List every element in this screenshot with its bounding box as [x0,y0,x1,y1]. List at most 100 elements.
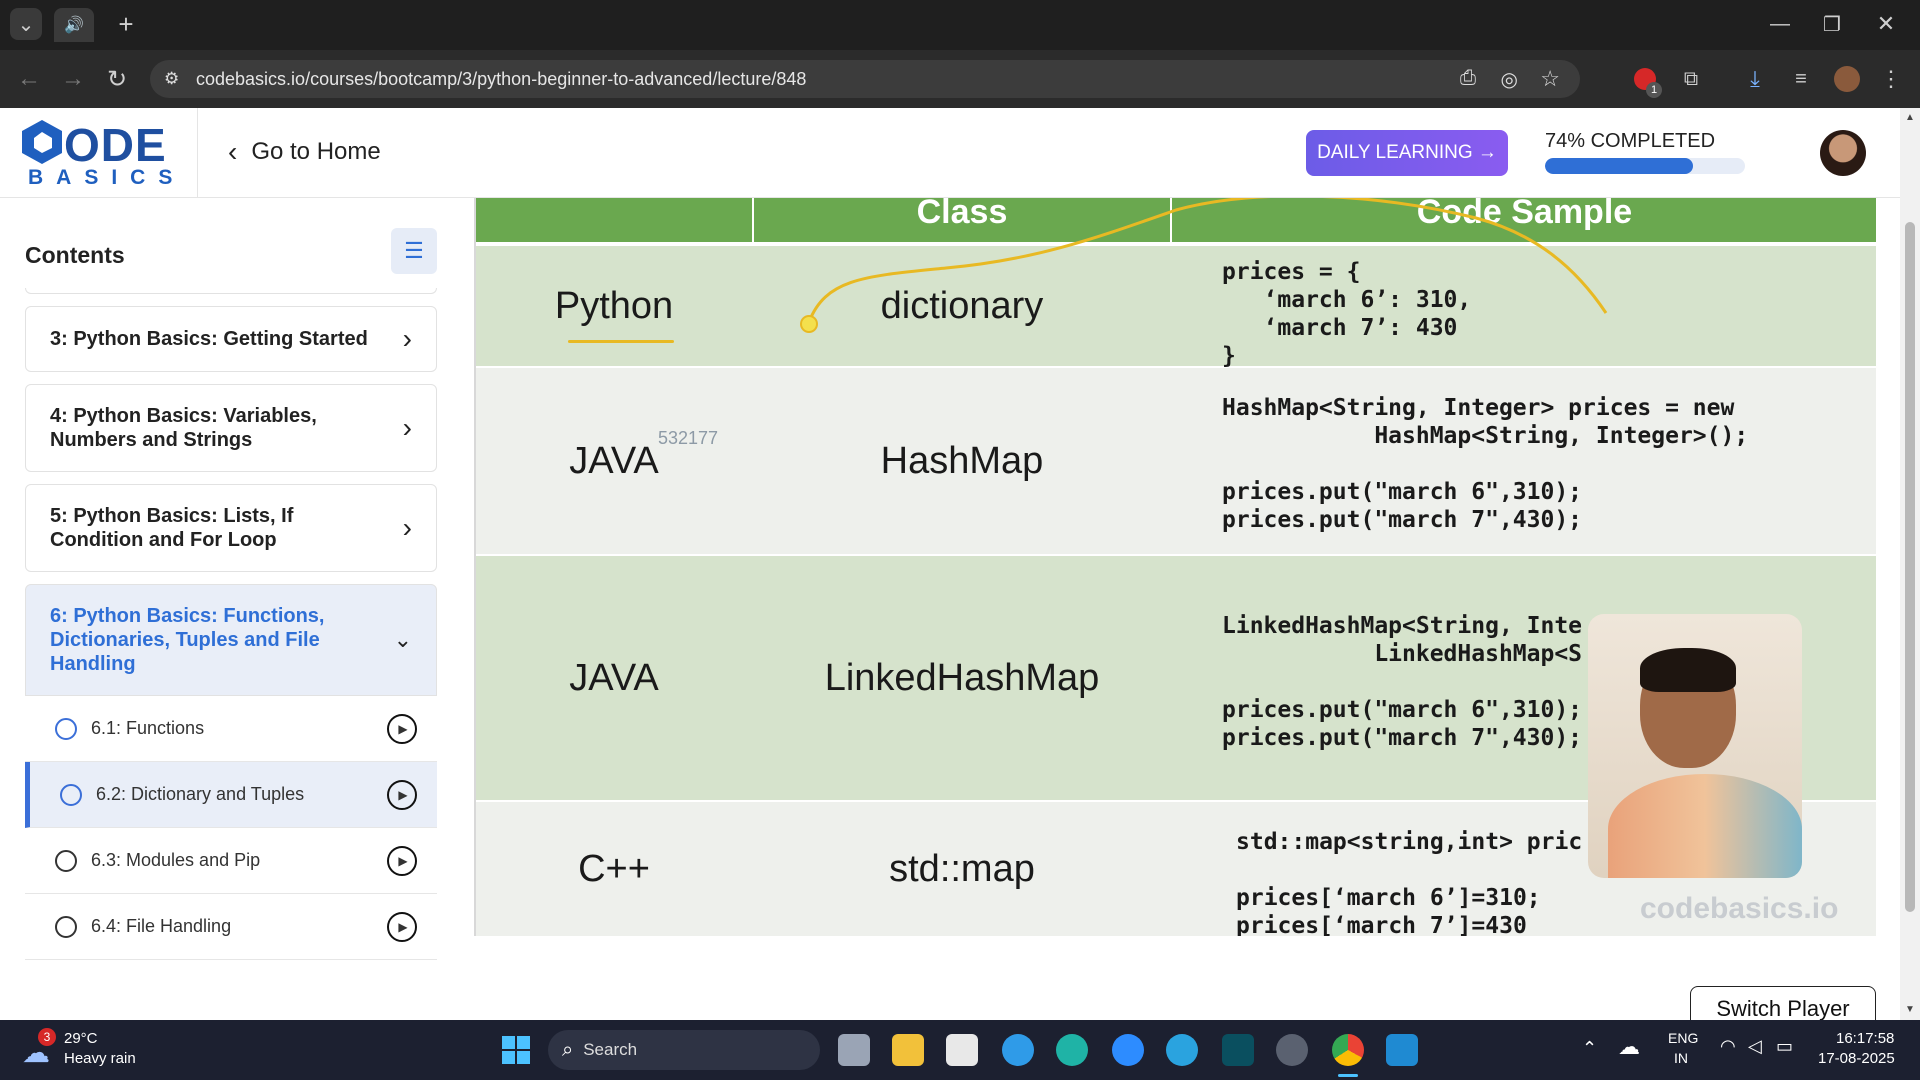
go-to-home-link[interactable]: ‹ Go to Home [228,136,381,168]
edge-icon[interactable] [1056,1034,1088,1066]
media-control-icon[interactable]: ≡ [1786,64,1816,94]
go-home-label: Go to Home [251,138,381,165]
task-view-icon[interactable] [838,1034,870,1066]
taskbar-search[interactable]: ⌕ Search [548,1030,820,1070]
not-started-circle-icon [55,850,77,872]
chevron-up-icon[interactable]: ⌃ [1582,1038,1597,1059]
logo[interactable]: ODE BASICS [0,108,198,198]
bookmark-star-icon[interactable]: ☆ [1540,66,1560,92]
section-card[interactable]: 3: Python Basics: Getting Started › [25,306,437,372]
new-tab-button[interactable]: + [110,8,142,40]
instructor-hair [1640,648,1736,692]
volume-icon[interactable]: ◁ [1748,1036,1762,1057]
windows-taskbar: ☁ 3 29°C Heavy rain ⌕ Search ⌃ ☁ ENG IN … [0,1020,1920,1080]
download-icon[interactable]: ⤓ [1740,64,1770,94]
weather-badge: 3 [38,1028,56,1046]
code-cell: std::map<string,int> pric prices[‘march … [1236,829,1583,936]
start-windows-icon[interactable] [502,1036,530,1064]
section-card[interactable]: 5: Python Basics: Lists, If Condition an… [25,484,437,572]
chevron-down-icon: ⌄ [393,627,412,652]
logo-top-text: ODE [64,119,167,171]
chevron-right-icon: › [402,512,412,543]
restore-button[interactable]: ❐ [1812,8,1852,40]
daily-learning-button[interactable]: DAILY LEARNING → [1306,130,1508,176]
progress-track [1545,158,1745,174]
scrollbar-thumb[interactable] [1905,222,1915,912]
file-explorer-icon[interactable] [892,1034,924,1066]
scroll-up-arrow[interactable]: ▲ [1905,112,1915,123]
progress-fill [1545,158,1693,174]
tab-search-button[interactable]: ⌄ [10,8,42,40]
scroll-down-arrow[interactable]: ▼ [1905,1004,1915,1015]
forward-button[interactable]: → [56,62,90,96]
active-tab[interactable]: 🔊 [54,8,94,42]
instructor-shirt [1608,774,1802,878]
search-label: Search [583,1040,638,1059]
zoom-icon[interactable] [1112,1034,1144,1066]
user-avatar[interactable] [1820,130,1866,176]
play-icon[interactable]: ▶ [387,714,417,744]
chatgpt-icon[interactable] [1276,1034,1308,1066]
safari-like-icon[interactable] [1002,1034,1034,1066]
chrome-icon[interactable] [1332,1034,1364,1066]
language-bottom[interactable]: IN [1674,1050,1688,1066]
section-card[interactable]: 4: Python Basics: Variables, Numbers and… [25,384,437,472]
menu-kebab-icon[interactable]: ⋮ [1878,64,1904,94]
reload-button[interactable]: ↻ [100,62,134,96]
lecture-item-active[interactable]: 6.2: Dictionary and Tuples ▶ [25,762,437,828]
class-cell: LinkedHashMap [824,656,1100,699]
address-bar[interactable]: ⚙ codebasics.io/courses/bootcamp/3/pytho… [150,60,1580,98]
annotation-curve [800,198,1608,333]
app-icon[interactable] [1222,1034,1254,1066]
chevron-left-icon: ‹ [228,136,238,167]
clock-time[interactable]: 16:17:58 [1836,1030,1894,1047]
previous-card-edge [25,288,437,294]
weather-temp: 29°C [64,1030,98,1047]
play-icon[interactable]: ▶ [387,846,417,876]
onedrive-cloud-icon[interactable]: ☁ [1618,1034,1640,1060]
lecture-item[interactable]: 6.1: Functions ▶ [25,696,437,762]
telegram-icon[interactable] [1166,1034,1198,1066]
profile-avatar[interactable] [1834,66,1860,92]
weather-widget[interactable]: ☁ 3 29°C Heavy rain [22,1028,182,1072]
site-info-icon[interactable]: ⚙ [164,69,179,89]
battery-icon[interactable]: ▭ [1776,1036,1793,1057]
contents-title: Contents [25,242,125,268]
wifi-icon[interactable]: ◠ [1720,1036,1736,1057]
page-scrollbar[interactable]: ▲ ▼ [1900,108,1920,1020]
contents-menu-button[interactable]: ☰ [391,228,437,274]
search-icon: ⌕ [562,1038,574,1061]
section-title: 5: Python Basics: Lists, If Condition an… [50,505,294,551]
url-text: codebasics.io/courses/bootcamp/3/python-… [196,68,807,89]
clock-date[interactable]: 17-08-2025 [1818,1050,1895,1067]
play-icon[interactable]: ▶ [387,780,417,810]
lecture-label: 6.4: File Handling [91,916,232,936]
install-app-icon[interactable]: ⎙ [1460,67,1476,90]
vscode-icon[interactable] [1386,1034,1418,1066]
completed-check-icon [60,784,82,806]
video-player[interactable]: Class Code Sample Python dictionary pric… [474,198,1876,936]
top-navigation: ODE BASICS ‹ Go to Home DAILY LEARNING →… [0,108,1900,198]
browser-tab-bar: ⌄ 🔊 + — ❐ ✕ [0,0,1920,50]
play-icon[interactable]: ▶ [387,912,417,942]
language-cell: C++ [578,847,650,890]
back-button[interactable]: ← [12,62,46,96]
lecture-item[interactable]: 6.3: Modules and Pip ▶ [25,828,437,894]
weather-desc: Heavy rain [64,1050,136,1067]
tracking-off-icon[interactable]: ◎ [1501,67,1518,92]
watermark-text: codebasics.io [1640,892,1839,925]
language-top[interactable]: ENG [1668,1030,1698,1046]
course-sidebar: Contents ☰ 3: Python Basics: Getting Sta… [0,198,460,1020]
section-card-expanded[interactable]: 6: Python Basics: Functions, Dictionarie… [25,584,437,696]
chrome-active-indicator [1338,1074,1358,1077]
class-cell: std::map [889,847,1035,890]
close-window-button[interactable]: ✕ [1866,8,1906,40]
page: ODE BASICS ‹ Go to Home DAILY LEARNING →… [0,108,1920,1032]
extensions-puzzle-icon[interactable]: ⧉ [1676,64,1706,94]
lecture-item[interactable]: 6.4: File Handling ▶ [25,894,437,960]
section-title: 6: Python Basics: Functions, Dictionarie… [50,605,325,675]
minimize-button[interactable]: — [1760,8,1800,40]
language-cell: JAVA [569,656,659,699]
microsoft-store-icon[interactable] [946,1034,978,1066]
lecture-label: 6.2: Dictionary and Tuples [96,784,305,804]
